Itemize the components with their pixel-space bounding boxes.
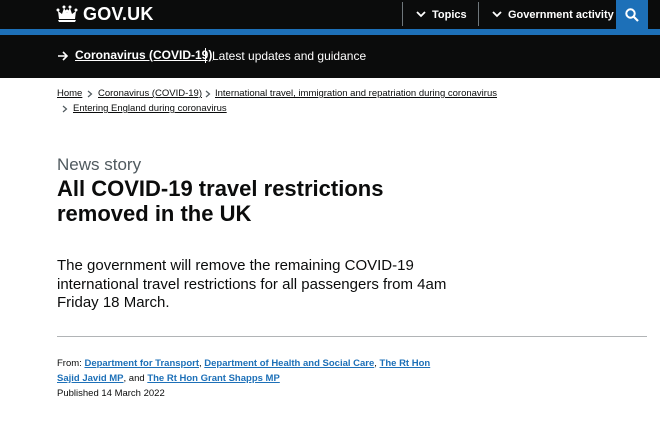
covid-banner-link[interactable]: Coronavirus (COVID-19) [75,48,212,62]
person-link-grant-shapps[interactable]: The Rt Hon Grant Shapps MP [147,373,279,384]
org-link-dhsc[interactable]: Department of Health and Social Care [204,358,374,369]
chevron-down-icon [492,11,502,18]
nav-divider [478,2,479,26]
from-label: From: [57,358,82,369]
breadcrumb-home[interactable]: Home [57,88,82,99]
section-divider [57,336,647,337]
crown-icon [56,5,78,22]
breadcrumb-international-travel[interactable]: International travel, immigration and re… [215,88,497,99]
banner-divider [205,48,206,63]
government-activity-menu-button[interactable]: Government activity [492,0,614,29]
lead-paragraph: The government will remove the remaining… [57,257,447,311]
topics-menu-button[interactable]: Topics [416,0,467,29]
breadcrumb-coronavirus[interactable]: Coronavirus (COVID-19) [98,88,202,99]
chevron-right-icon [62,105,68,113]
nav-divider [402,2,403,26]
topics-label: Topics [432,8,467,21]
chevron-right-icon [205,90,211,98]
chevron-right-icon [87,90,93,98]
search-icon [625,7,639,22]
government-activity-label: Government activity [508,8,614,21]
published-date: Published 14 March 2022 [57,388,165,399]
separator-and: , and [123,373,145,384]
breadcrumb-entering-england[interactable]: Entering England during coronavirus [73,103,227,114]
search-button[interactable] [616,0,648,29]
page-title: All COVID-19 travel restrictions removed… [57,176,384,226]
govuk-logo-link[interactable]: GOV.UK [56,3,154,25]
covid-banner-tagline: Latest updates and guidance [212,49,367,63]
page-caption: News story [57,155,142,174]
publisher-metadata: From: Department for Transport, Departme… [57,356,437,386]
logo-text: GOV.UK [83,3,154,24]
separator-comma: , [374,358,377,369]
site-header: GOV.UK Topics Government activity [0,0,660,29]
separator-comma: , [199,358,202,369]
covid-banner: Coronavirus (COVID-19) Latest updates an… [0,35,660,78]
chevron-down-icon [416,11,426,18]
arrow-right-icon [58,51,69,61]
org-link-dft[interactable]: Department for Transport [84,358,199,369]
